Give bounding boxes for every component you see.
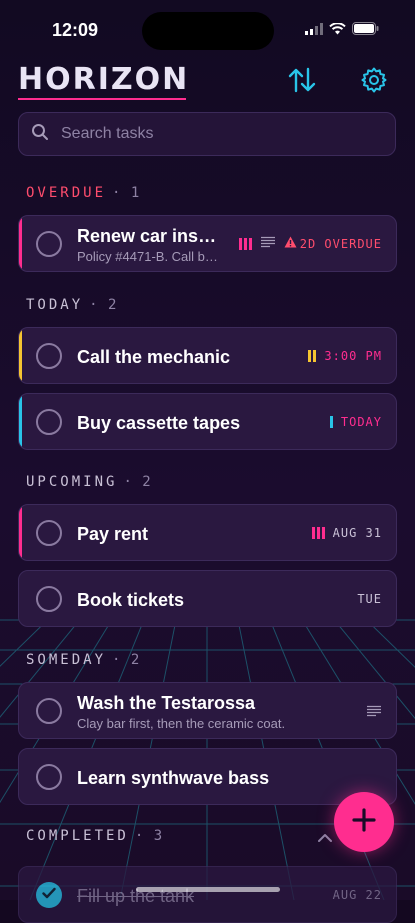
settings-button[interactable] bbox=[358, 66, 390, 98]
task-title: Learn synthwave bass bbox=[77, 768, 270, 788]
status-bar: 12:09 bbox=[0, 0, 415, 54]
task-title: Buy cassette tapes bbox=[77, 413, 241, 433]
priority-high-icon bbox=[311, 527, 325, 539]
task-title: Call the mechanic bbox=[77, 347, 231, 367]
app-title: HORIZON bbox=[18, 62, 190, 97]
task-meta: TODAY bbox=[329, 415, 382, 429]
section-header-upcoming: UPCOMING · 2 bbox=[26, 474, 152, 490]
section-header-completed[interactable]: COMPLETED · 3 bbox=[26, 828, 163, 844]
search-bar[interactable] bbox=[18, 112, 396, 156]
task-meta: AUG 31 bbox=[311, 526, 382, 540]
status-time: 12:09 bbox=[52, 20, 99, 40]
search-input[interactable] bbox=[59, 124, 363, 144]
section-header-someday: SOMEDAY · 2 bbox=[26, 652, 140, 668]
warning-triangle-icon bbox=[284, 236, 297, 251]
task-checkbox-checked[interactable] bbox=[36, 882, 62, 908]
home-indicator bbox=[136, 887, 280, 892]
task-subtitle: Clay bar first, then the ceramic coat. bbox=[77, 716, 286, 731]
priority-high-icon bbox=[238, 237, 252, 250]
task-subtitle: Policy #4471-B. Call before Friday bbox=[77, 249, 219, 264]
priority-accent bbox=[19, 216, 22, 271]
task-meta bbox=[366, 705, 382, 720]
synthwave-grid bbox=[0, 580, 415, 900]
task-card-tank[interactable]: Fill up the tank AUG 22 bbox=[18, 866, 397, 923]
dynamic-island bbox=[142, 12, 274, 50]
signal-icon bbox=[305, 22, 323, 40]
task-meta: 2D OVERDUE bbox=[238, 236, 382, 251]
task-title: Book tickets bbox=[77, 590, 185, 610]
task-meta: TUE bbox=[357, 592, 382, 606]
section-label: SOMEDAY bbox=[26, 652, 107, 668]
section-count: · 2 bbox=[123, 474, 152, 490]
section-count: · 2 bbox=[112, 652, 141, 668]
task-card-tickets[interactable]: Book tickets TUE bbox=[18, 570, 397, 627]
task-checkbox[interactable] bbox=[36, 409, 62, 435]
task-checkbox[interactable] bbox=[36, 231, 62, 257]
task-card-bass[interactable]: Learn synthwave bass bbox=[18, 748, 397, 805]
priority-accent bbox=[19, 394, 22, 449]
priority-medium-icon bbox=[308, 350, 317, 362]
sort-button[interactable] bbox=[286, 66, 318, 98]
priority-low-icon bbox=[329, 416, 333, 428]
task-title: Pay rent bbox=[77, 524, 149, 544]
priority-accent bbox=[19, 328, 22, 383]
checkmark-icon bbox=[42, 886, 56, 904]
task-card-cassette[interactable]: Buy cassette tapes TODAY bbox=[18, 393, 397, 450]
task-title: Renew car insurance bbox=[77, 226, 222, 246]
priority-accent bbox=[19, 505, 22, 560]
sort-arrows-icon bbox=[287, 67, 317, 98]
section-count: · 1 bbox=[112, 185, 141, 201]
plus-icon bbox=[352, 807, 376, 837]
wifi-icon bbox=[329, 22, 346, 40]
task-checkbox[interactable] bbox=[36, 764, 62, 790]
section-header-overdue: OVERDUE · 1 bbox=[26, 185, 140, 201]
task-due-label: 3:00 PM bbox=[324, 349, 382, 363]
section-count: · 3 bbox=[134, 828, 164, 844]
task-meta: 3:00 PM bbox=[308, 349, 382, 363]
task-card-testarossa[interactable]: Wash the Testarossa Clay bar first, then… bbox=[18, 682, 397, 739]
section-label: UPCOMING bbox=[26, 474, 118, 490]
task-checkbox[interactable] bbox=[36, 586, 62, 612]
task-due-label: TUE bbox=[357, 592, 382, 606]
task-due-label: 2D OVERDUE bbox=[299, 236, 382, 251]
task-checkbox[interactable] bbox=[36, 343, 62, 369]
status-icons bbox=[305, 22, 379, 40]
section-label: OVERDUE bbox=[26, 185, 107, 201]
chevron-up-icon[interactable] bbox=[318, 830, 332, 848]
add-task-button[interactable] bbox=[334, 792, 394, 852]
task-title: Wash the Testarossa bbox=[77, 693, 256, 713]
section-label: TODAY bbox=[26, 297, 84, 313]
task-checkbox[interactable] bbox=[36, 698, 62, 724]
app-header: HORIZON bbox=[0, 58, 415, 108]
search-icon bbox=[31, 123, 49, 146]
section-label: COMPLETED bbox=[26, 828, 129, 844]
battery-icon bbox=[352, 22, 379, 40]
notes-lines-icon bbox=[366, 705, 382, 720]
task-checkbox[interactable] bbox=[36, 520, 62, 546]
section-header-today: TODAY · 2 bbox=[26, 297, 117, 313]
task-due-label: TODAY bbox=[340, 415, 382, 429]
task-card-rent[interactable]: Pay rent AUG 31 bbox=[18, 504, 397, 561]
gear-icon bbox=[360, 66, 388, 99]
task-due-label: AUG 31 bbox=[332, 526, 382, 540]
task-card-mechanic[interactable]: Call the mechanic 3:00 PM bbox=[18, 327, 397, 384]
notes-lines-icon bbox=[260, 236, 276, 251]
section-count: · 2 bbox=[89, 297, 118, 313]
title-underline bbox=[18, 98, 186, 100]
task-card-renew[interactable]: Renew car insurance Policy #4471-B. Call… bbox=[18, 215, 397, 272]
